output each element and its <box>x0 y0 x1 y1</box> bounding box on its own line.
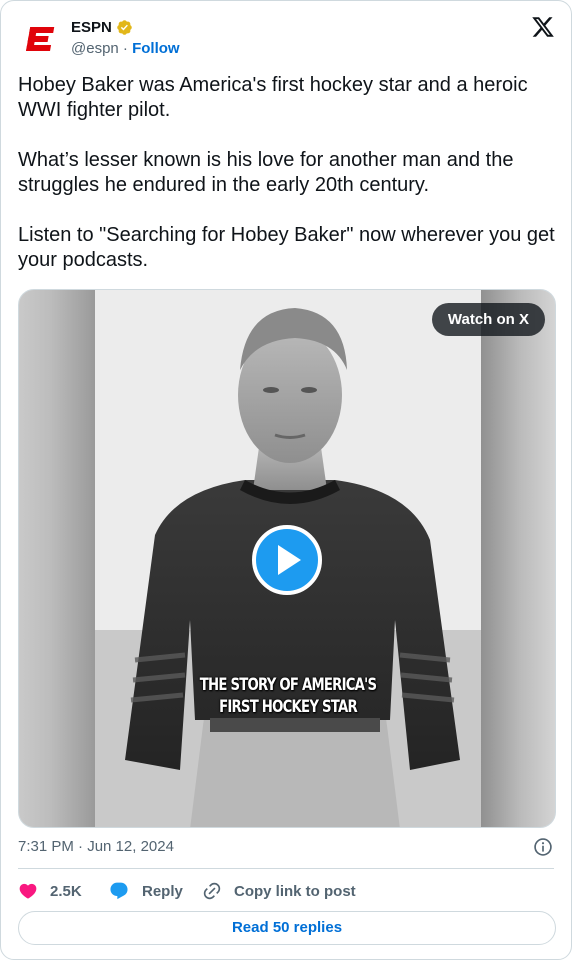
verified-badge-icon <box>117 19 132 35</box>
tweet-paragraph: Listen to "Searching for Hobey Baker" no… <box>18 224 555 271</box>
play-button[interactable] <box>252 525 322 595</box>
author-block: ESPN @espn · Follow <box>71 16 180 59</box>
divider <box>18 868 554 869</box>
tweet-header: ESPN @espn · Follow <box>18 15 557 61</box>
play-icon <box>278 545 301 575</box>
watch-on-x-button[interactable]: Watch on X <box>431 303 545 336</box>
link-icon <box>203 882 221 900</box>
x-logo-icon[interactable] <box>531 15 555 39</box>
read-replies-button[interactable]: Read 50 replies <box>18 911 556 945</box>
like-count: 2.5K <box>50 882 82 900</box>
author-name[interactable]: ESPN <box>71 19 112 36</box>
video-caption-overlay: THE STORY OF AMERICA'S FIRST HOCKEY STAR <box>197 674 380 718</box>
tweet-embed-card: ESPN @espn · Follow Hobey Baker was Amer… <box>0 0 572 960</box>
video-blur-left <box>19 290 95 827</box>
overlay-line: THE STORY OF AMERICA'S <box>199 675 377 695</box>
reply-bubble-icon <box>110 882 128 900</box>
follow-button[interactable]: Follow <box>132 40 180 57</box>
video-media[interactable]: Watch on X THE STORY OF AMERICA'S FIRST … <box>18 289 556 828</box>
copy-link-label: Copy link to post <box>234 882 356 900</box>
reply-label: Reply <box>142 882 183 900</box>
video-blur-right <box>479 290 555 827</box>
tweet-text: Hobey Baker was America's first hockey s… <box>18 73 558 273</box>
overlay-line: FIRST HOCKEY STAR <box>219 697 358 717</box>
reply-button[interactable]: Reply <box>108 881 202 901</box>
copy-link-button[interactable]: Copy link to post <box>202 881 356 901</box>
heart-icon <box>19 883 37 899</box>
tweet-paragraph: What’s lesser known is his love for anot… <box>18 149 514 196</box>
author-handle[interactable]: @espn <box>71 40 119 57</box>
espn-logo-icon <box>26 27 55 51</box>
like-button[interactable]: 2.5K <box>18 881 108 901</box>
timestamp[interactable]: 7:31 PM · Jun 12, 2024 <box>18 837 174 857</box>
tweet-paragraph: Hobey Baker was America's first hockey s… <box>18 74 528 121</box>
avatar[interactable] <box>18 17 62 61</box>
handle-separator: · <box>118 40 133 57</box>
info-icon[interactable] <box>533 837 553 857</box>
handle-row: @espn · Follow <box>71 39 180 59</box>
action-bar: 2.5K Reply Copy link to post <box>18 877 356 905</box>
